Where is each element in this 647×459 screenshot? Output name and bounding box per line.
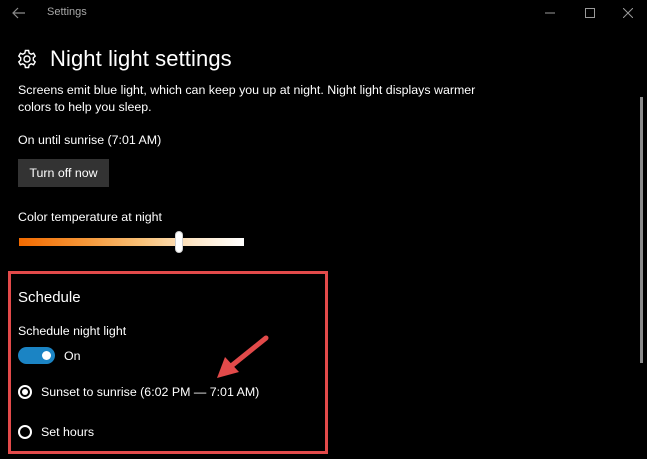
title-bar: Settings <box>0 0 647 27</box>
color-temperature-slider[interactable] <box>19 232 244 252</box>
radio-set-hours[interactable]: Set hours <box>18 425 94 439</box>
radio-button[interactable] <box>18 425 32 439</box>
page-title: Night light settings <box>50 46 232 71</box>
radio-label: Sunset to sunrise (6:02 PM — 7:01 AM) <box>41 385 260 399</box>
slider-track[interactable] <box>19 238 244 246</box>
toggle-knob <box>42 351 51 360</box>
maximize-icon <box>585 8 595 18</box>
close-icon <box>623 8 633 18</box>
back-button[interactable] <box>8 2 30 24</box>
gear-icon <box>17 49 37 69</box>
page-description: Screens emit blue light, which can keep … <box>18 83 476 114</box>
maximize-button[interactable] <box>572 0 608 26</box>
toggle-state-label: On <box>64 349 81 363</box>
slider-thumb[interactable] <box>175 232 182 252</box>
bottom-edge <box>0 455 647 459</box>
color-temperature-label: Color temperature at night <box>18 210 162 224</box>
turn-off-now-button[interactable]: Turn off now <box>18 159 109 187</box>
night-light-status: On until sunrise (7:01 AM) <box>18 133 162 147</box>
minimize-button[interactable] <box>532 0 568 26</box>
close-button[interactable] <box>610 0 646 26</box>
schedule-night-light-label: Schedule night light <box>18 324 127 338</box>
radio-button-selected[interactable] <box>18 385 32 399</box>
annotation-arrow-icon <box>217 335 269 378</box>
radio-label: Set hours <box>41 425 95 439</box>
radio-sunset-to-sunrise[interactable]: Sunset to sunrise (6:02 PM — 7:01 AM) <box>18 385 259 399</box>
page-header: Night light settings <box>17 46 232 72</box>
schedule-night-light-toggle[interactable] <box>18 347 55 364</box>
vertical-scrollbar[interactable] <box>640 97 643 363</box>
schedule-heading: Schedule <box>18 289 81 306</box>
minimize-icon <box>545 12 555 14</box>
window-title: Settings <box>47 6 87 18</box>
back-arrow-icon <box>12 7 25 19</box>
